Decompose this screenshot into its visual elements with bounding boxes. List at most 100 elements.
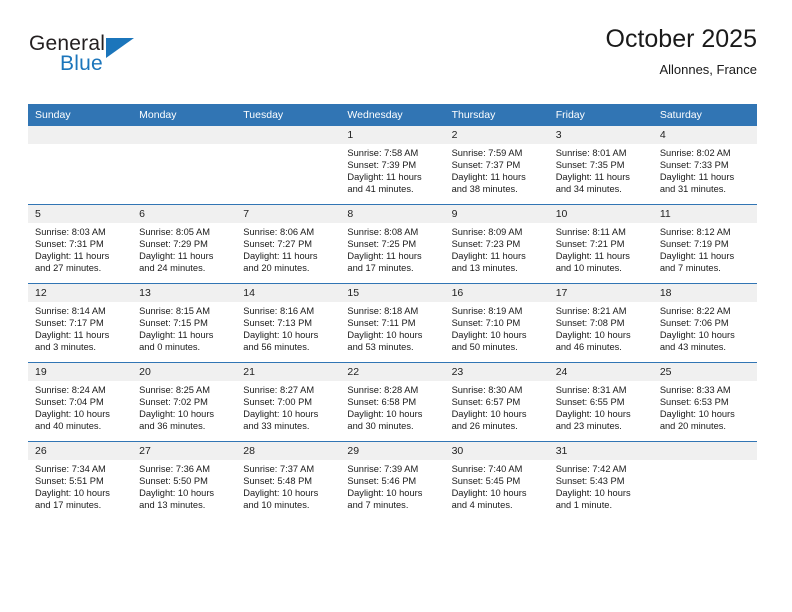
- day-detail-line: and 38 minutes.: [451, 184, 518, 195]
- weekday-header-wednesday: Wednesday: [340, 104, 445, 126]
- day-detail-lines: [132, 144, 236, 147]
- day-detail-line: Sunset: 7:23 PM: [451, 239, 521, 250]
- calendar-header-row-group: Sunday Monday Tuesday Wednesday Thursday…: [28, 104, 757, 126]
- day-detail-line: Sunrise: 8:24 AM: [35, 385, 106, 395]
- day-detail-line: Sunrise: 8:14 AM: [35, 306, 106, 316]
- day-detail-line: and 13 minutes.: [139, 500, 206, 511]
- day-detail-line: Sunrise: 8:30 AM: [451, 385, 523, 395]
- calendar-day-cell[interactable]: 25 Sunrise: 8:33 AM Sunset: 6:53 PM Dayligh…: [652, 362, 757, 442]
- calendar-day-cell[interactable]: 23 Sunrise: 8:30 AM Sunset: 6:57 PM Dayligh…: [444, 362, 549, 442]
- calendar-day-cell[interactable]: 31 Sunrise: 7:42 AM Sunset: 5:43 PM Dayligh…: [548, 441, 653, 520]
- calendar-day-cell[interactable]: 2 Sunrise: 7:59 AM Sunset: 7:37 PM Daylight…: [444, 126, 549, 205]
- general-blue-logo[interactable]: General Blue: [28, 32, 208, 88]
- day-detail-lines: Sunrise: 8:02 AM Sunset: 7:33 PM Daylight:…: [653, 144, 757, 195]
- calendar-day-cell[interactable]: 12 Sunrise: 8:14 AM Sunset: 7:17 PM Dayligh…: [28, 283, 133, 363]
- calendar-day-cell[interactable]: 22 Sunrise: 8:28 AM Sunset: 6:58 PM Dayligh…: [340, 362, 445, 442]
- day-detail-line: and 7 minutes.: [659, 263, 721, 274]
- calendar-day-cell[interactable]: 20 Sunrise: 8:25 AM Sunset: 7:02 PM Dayligh…: [132, 362, 237, 442]
- weekday-header-monday: Monday: [132, 104, 237, 126]
- day-detail-line: Sunrise: 8:06 AM: [243, 227, 315, 237]
- day-detail-line: and 23 minutes.: [555, 421, 622, 432]
- day-detail-lines: Sunrise: 8:31 AM Sunset: 6:55 PM Daylight:…: [549, 381, 653, 432]
- calendar-day-cell[interactable]: 26 Sunrise: 7:34 AM Sunset: 5:51 PM Dayligh…: [28, 441, 133, 520]
- day-detail-lines: Sunrise: 8:24 AM Sunset: 7:04 PM Daylight:…: [28, 381, 132, 432]
- day-detail-line: and 7 minutes.: [347, 500, 409, 511]
- calendar-day-cell[interactable]: 9 Sunrise: 8:09 AM Sunset: 7:23 PM Daylight…: [444, 204, 549, 284]
- day-number: 24: [548, 363, 653, 381]
- day-detail-lines: [28, 144, 132, 147]
- day-detail-line: Sunset: 6:55 PM: [555, 397, 625, 408]
- day-number: 1: [340, 126, 445, 144]
- calendar-day-cell[interactable]: 16 Sunrise: 8:19 AM Sunset: 7:10 PM Dayligh…: [444, 283, 549, 363]
- day-number: 23: [444, 363, 549, 381]
- day-detail-line: and 20 minutes.: [659, 421, 726, 432]
- day-number: 8: [340, 205, 445, 223]
- calendar-day-cell[interactable]: 1 Sunrise: 7:58 AM Sunset: 7:39 PM Daylight…: [340, 126, 445, 205]
- day-detail-line: Sunrise: 8:11 AM: [555, 227, 626, 237]
- day-detail-lines: Sunrise: 8:01 AM Sunset: 7:35 PM Daylight:…: [549, 144, 653, 195]
- calendar-day-cell[interactable]: 15 Sunrise: 8:18 AM Sunset: 7:11 PM Dayligh…: [340, 283, 445, 363]
- day-detail-line: Sunset: 7:33 PM: [659, 160, 729, 171]
- day-number: 7: [236, 205, 341, 223]
- day-detail-line: Daylight: 11 hours: [659, 172, 735, 183]
- day-detail-lines: Sunrise: 8:27 AM Sunset: 7:00 PM Daylight:…: [236, 381, 340, 432]
- day-number: 17: [548, 284, 653, 302]
- calendar-day-cell[interactable]: 10 Sunrise: 8:11 AM Sunset: 7:21 PM Dayligh…: [548, 204, 653, 284]
- page-title: October 2025: [605, 25, 758, 53]
- calendar-day-cell[interactable]: 18 Sunrise: 8:22 AM Sunset: 7:06 PM Dayligh…: [652, 283, 757, 363]
- day-detail-line: Daylight: 10 hours: [347, 488, 423, 499]
- calendar-day-cell[interactable]: 3 Sunrise: 8:01 AM Sunset: 7:35 PM Daylight…: [548, 126, 653, 205]
- day-detail-lines: Sunrise: 7:59 AM Sunset: 7:37 PM Daylight:…: [445, 144, 549, 195]
- day-detail-line: and 50 minutes.: [451, 342, 518, 353]
- day-detail-line: Sunset: 7:25 PM: [347, 239, 417, 250]
- day-detail-line: Daylight: 11 hours: [347, 251, 422, 262]
- calendar-day-cell[interactable]: 5 Sunrise: 8:03 AM Sunset: 7:31 PM Daylight…: [28, 204, 133, 284]
- day-detail-line: Sunset: 7:04 PM: [35, 397, 104, 408]
- calendar-day-cell[interactable]: 4 Sunrise: 8:02 AM Sunset: 7:33 PM Daylight…: [652, 126, 757, 205]
- day-number: [652, 442, 757, 460]
- calendar-day-cell[interactable]: 14 Sunrise: 8:16 AM Sunset: 7:13 PM Dayligh…: [236, 283, 341, 363]
- calendar-day-cell[interactable]: 13 Sunrise: 8:15 AM Sunset: 7:15 PM Dayligh…: [132, 283, 237, 363]
- calendar-day-cell[interactable]: 6 Sunrise: 8:05 AM Sunset: 7:29 PM Daylight…: [132, 204, 237, 284]
- day-number: 2: [444, 126, 549, 144]
- calendar-day-cell[interactable]: 30 Sunrise: 7:40 AM Sunset: 5:45 PM Dayligh…: [444, 441, 549, 520]
- calendar-day-cell[interactable]: 19 Sunrise: 8:24 AM Sunset: 7:04 PM Dayligh…: [28, 362, 133, 442]
- day-detail-line: and 36 minutes.: [139, 421, 206, 432]
- calendar-day-cell[interactable]: 17 Sunrise: 8:21 AM Sunset: 7:08 PM Dayligh…: [548, 283, 653, 363]
- day-detail-line: and 10 minutes.: [555, 263, 622, 274]
- day-number: 13: [132, 284, 237, 302]
- day-detail-line: Sunset: 5:51 PM: [35, 476, 104, 487]
- day-detail-line: Daylight: 11 hours: [555, 251, 630, 262]
- day-detail-lines: Sunrise: 8:09 AM Sunset: 7:23 PM Daylight:…: [445, 223, 549, 274]
- day-detail-line: Sunset: 6:53 PM: [659, 397, 729, 408]
- day-detail-line: Sunrise: 8:09 AM: [451, 227, 523, 237]
- calendar-day-cell[interactable]: 27 Sunrise: 7:36 AM Sunset: 5:50 PM Dayligh…: [132, 441, 237, 520]
- day-detail-line: Sunset: 7:11 PM: [347, 318, 416, 329]
- calendar-day-cell[interactable]: 21 Sunrise: 8:27 AM Sunset: 7:00 PM Dayligh…: [236, 362, 341, 442]
- day-detail-line: Daylight: 10 hours: [451, 409, 527, 420]
- calendar-day-cell[interactable]: 29 Sunrise: 7:39 AM Sunset: 5:46 PM Dayligh…: [340, 441, 445, 520]
- calendar-day-cell[interactable]: 8 Sunrise: 8:08 AM Sunset: 7:25 PM Daylight…: [340, 204, 445, 284]
- day-detail-line: and 31 minutes.: [659, 184, 726, 195]
- day-detail-line: Sunset: 6:57 PM: [451, 397, 521, 408]
- day-detail-line: and 24 minutes.: [139, 263, 206, 274]
- day-detail-lines: Sunrise: 8:14 AM Sunset: 7:17 PM Daylight:…: [28, 302, 132, 353]
- day-detail-line: Sunrise: 8:31 AM: [555, 385, 627, 395]
- calendar-day-cell[interactable]: 24 Sunrise: 8:31 AM Sunset: 6:55 PM Dayligh…: [548, 362, 653, 442]
- day-detail-line: and 3 minutes.: [35, 342, 96, 353]
- calendar-week-row: 12 Sunrise: 8:14 AM Sunset: 7:17 PM Dayligh…: [28, 283, 757, 363]
- day-number: [28, 126, 133, 144]
- day-number: 15: [340, 284, 445, 302]
- day-detail-line: Sunrise: 7:40 AM: [451, 464, 523, 474]
- calendar-day-cell[interactable]: 28 Sunrise: 7:37 AM Sunset: 5:48 PM Dayligh…: [236, 441, 341, 520]
- day-detail-line: Sunset: 7:15 PM: [139, 318, 208, 329]
- day-detail-line: Sunrise: 8:33 AM: [659, 385, 731, 395]
- day-detail-lines: Sunrise: 8:08 AM Sunset: 7:25 PM Daylight:…: [340, 223, 444, 274]
- day-detail-lines: Sunrise: 8:06 AM Sunset: 7:27 PM Daylight:…: [236, 223, 340, 274]
- day-detail-lines: Sunrise: 8:18 AM Sunset: 7:11 PM Daylight:…: [340, 302, 444, 353]
- day-detail-line: Daylight: 10 hours: [555, 330, 631, 341]
- day-detail-line: Daylight: 10 hours: [347, 330, 423, 341]
- calendar-day-cell[interactable]: 7 Sunrise: 8:06 AM Sunset: 7:27 PM Daylight…: [236, 204, 341, 284]
- calendar-day-cell[interactable]: 11 Sunrise: 8:12 AM Sunset: 7:19 PM Dayligh…: [652, 204, 757, 284]
- day-detail-line: Sunset: 7:37 PM: [451, 160, 521, 171]
